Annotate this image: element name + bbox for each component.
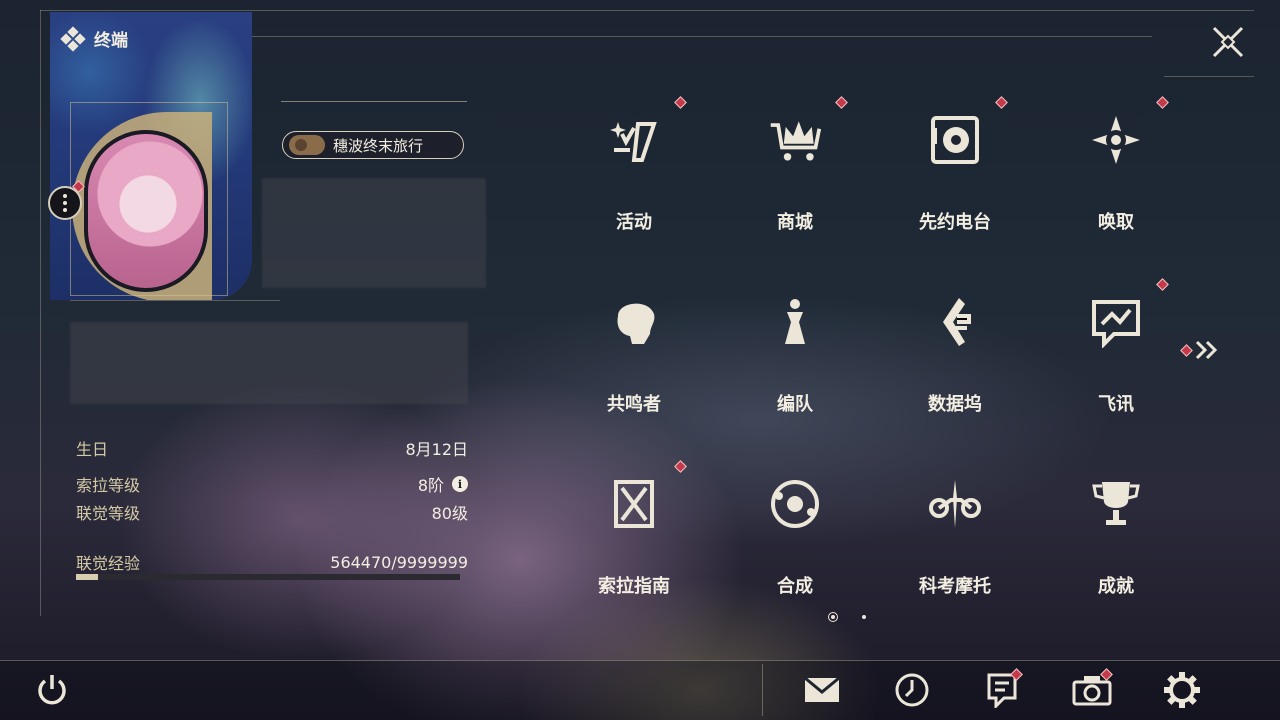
motorcycle-icon bbox=[927, 476, 983, 532]
stat-value: 8月12日 bbox=[405, 440, 468, 459]
frame-top-line bbox=[40, 10, 1254, 11]
power-icon bbox=[38, 675, 66, 705]
frame-divider-line bbox=[70, 300, 280, 301]
frame-inner-top-line bbox=[252, 36, 1152, 37]
activity-icon bbox=[606, 112, 662, 168]
double-chevron-right-icon bbox=[1195, 340, 1218, 360]
profile-options-button[interactable] bbox=[48, 186, 82, 220]
title-divider bbox=[281, 101, 467, 102]
resonator-head-icon bbox=[606, 294, 662, 350]
data-dock-icon bbox=[927, 294, 983, 350]
stat-value: 80级 bbox=[431, 504, 468, 523]
synthesis-orbit-icon bbox=[767, 476, 823, 532]
menu-item-messages[interactable]: 飞讯 bbox=[1046, 278, 1186, 444]
exp-value: 564470/9999999 bbox=[330, 552, 468, 572]
page-title: 终端 bbox=[94, 31, 128, 51]
frame-left-line bbox=[40, 10, 41, 616]
menu-label: 唤取 bbox=[1098, 212, 1134, 233]
stat-label: 生日 bbox=[76, 440, 109, 459]
badge-dot bbox=[1156, 96, 1169, 109]
badge-dot bbox=[835, 96, 848, 109]
menu-label: 共鸣者 bbox=[607, 394, 661, 415]
team-chess-icon bbox=[767, 294, 823, 350]
stat-birthday: 生日 8月12日 bbox=[76, 436, 468, 460]
badge-dot bbox=[674, 460, 687, 473]
badge-dot bbox=[674, 96, 687, 109]
power-button[interactable] bbox=[30, 668, 74, 712]
menu-item-data-dock[interactable]: 数据坞 bbox=[885, 294, 1025, 444]
events-button[interactable] bbox=[890, 668, 934, 712]
exp-progress-bar bbox=[76, 574, 460, 580]
stat-label: 索拉等级 bbox=[76, 476, 141, 495]
menu-item-team[interactable]: 编队 bbox=[725, 294, 865, 444]
clock-event-icon bbox=[895, 673, 929, 707]
bottom-bar-divider bbox=[0, 660, 1280, 661]
mail-icon bbox=[804, 676, 840, 702]
frame-right-line bbox=[1164, 76, 1254, 77]
stat-union-level: 联觉等级 80级 bbox=[76, 500, 468, 524]
stat-sola-level: 索拉等级 8阶 i bbox=[76, 472, 468, 496]
badge-dot bbox=[1180, 343, 1193, 357]
close-button[interactable] bbox=[1208, 22, 1248, 62]
close-icon bbox=[1212, 26, 1244, 58]
settings-button[interactable] bbox=[1160, 668, 1204, 712]
stat-union-exp: 联觉经验 564470/9999999 bbox=[76, 550, 468, 574]
menu-label: 合成 bbox=[777, 576, 813, 597]
mail-button[interactable] bbox=[800, 668, 844, 712]
shop-crown-cart-icon bbox=[767, 112, 823, 168]
blurred-signature-area bbox=[70, 322, 468, 404]
camera-button[interactable] bbox=[1070, 668, 1114, 712]
menu-item-motorcycle[interactable]: 科考摩托 bbox=[885, 476, 1025, 626]
menu-item-guide[interactable]: 索拉指南 bbox=[564, 460, 704, 626]
stat-value: 8阶 bbox=[417, 476, 444, 495]
stat-label: 联觉等级 bbox=[76, 504, 141, 523]
stat-label: 联觉经验 bbox=[76, 554, 141, 573]
menu-label: 活动 bbox=[616, 212, 652, 233]
profile-card[interactable] bbox=[50, 12, 252, 300]
menu-item-shop[interactable]: 商城 bbox=[725, 96, 865, 262]
menu-label: 编队 bbox=[777, 394, 813, 415]
page-dot[interactable] bbox=[862, 615, 866, 619]
badge-dot bbox=[1156, 278, 1169, 291]
menu-item-radio[interactable]: 先约电台 bbox=[885, 96, 1025, 262]
guide-book-icon bbox=[606, 476, 662, 532]
next-page-button[interactable] bbox=[1180, 340, 1221, 360]
message-chat-icon bbox=[1088, 294, 1144, 350]
menu-label: 索拉指南 bbox=[598, 576, 670, 597]
settings-gear-icon bbox=[1164, 672, 1200, 708]
avatar[interactable] bbox=[84, 130, 208, 292]
radio-station-icon bbox=[927, 112, 983, 168]
page-indicator bbox=[828, 612, 866, 622]
pet-icon bbox=[289, 135, 325, 155]
menu-label: 数据坞 bbox=[928, 394, 982, 415]
info-icon[interactable]: i bbox=[452, 476, 468, 492]
title-badge[interactable]: 穗波终末旅行 bbox=[282, 131, 464, 159]
exp-progress-fill bbox=[76, 574, 98, 580]
badge-dot bbox=[995, 96, 1008, 109]
menu-label: 成就 bbox=[1098, 576, 1134, 597]
terminal-screen: 终端 穗波终末旅行 生日 8月12日 索拉等级 8阶 i 联觉等级 80级 联觉… bbox=[0, 0, 1280, 720]
summon-compass-icon bbox=[1088, 112, 1144, 168]
menu-label: 商城 bbox=[777, 212, 813, 233]
menu-label: 先约电台 bbox=[919, 212, 991, 233]
menu-label: 科考摩托 bbox=[919, 576, 991, 597]
page-dot-active[interactable] bbox=[828, 612, 838, 622]
menu-label: 飞讯 bbox=[1098, 394, 1134, 415]
bottom-bar-separator bbox=[762, 664, 763, 716]
diamond-logo-icon bbox=[60, 25, 86, 52]
menu-item-resonators[interactable]: 共鸣者 bbox=[564, 294, 704, 444]
menu-item-activity[interactable]: 活动 bbox=[564, 96, 704, 262]
terminal-header: 终端 bbox=[60, 25, 128, 52]
notice-button[interactable] bbox=[980, 668, 1024, 712]
menu-item-synthesis[interactable]: 合成 bbox=[725, 476, 865, 626]
menu-item-summon[interactable]: 唤取 bbox=[1046, 96, 1186, 262]
title-badge-label: 穗波终末旅行 bbox=[333, 136, 424, 155]
achievement-trophy-icon bbox=[1088, 476, 1144, 532]
menu-item-achievements[interactable]: 成就 bbox=[1046, 476, 1186, 626]
blurred-name-area bbox=[262, 178, 486, 288]
